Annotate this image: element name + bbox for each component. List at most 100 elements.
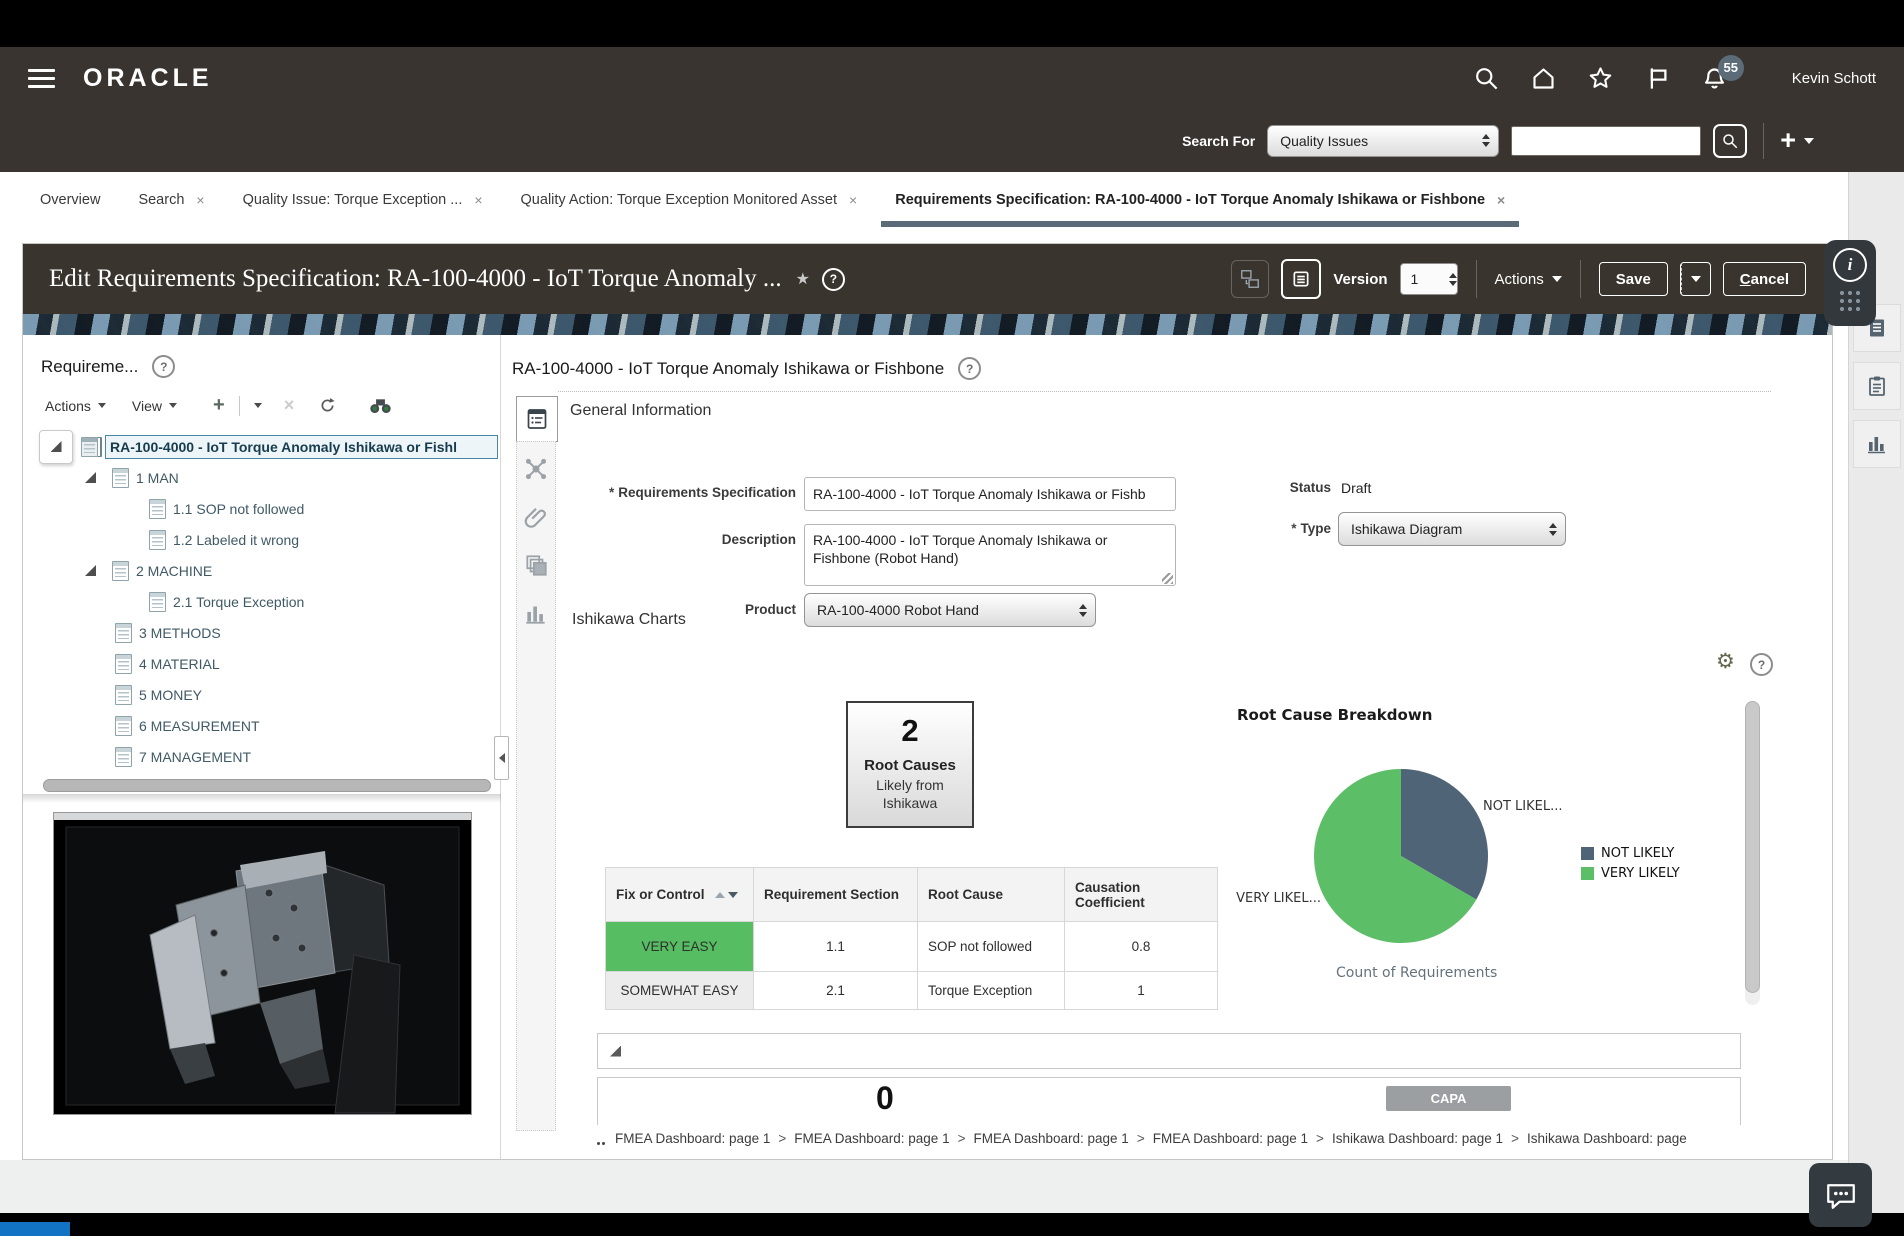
type-select[interactable]: Ishikawa Diagram xyxy=(1338,512,1566,546)
tree-item[interactable]: 1.2 Labeled it wrong xyxy=(23,524,500,555)
table-row[interactable]: VERY EASY 1.1 SOP not followed 0.8 xyxy=(606,922,1218,972)
quick-create-icon[interactable]: + xyxy=(1780,127,1796,154)
search-category-select[interactable]: Quality Issues xyxy=(1267,125,1499,157)
causation-coefficient-cell[interactable]: 1 xyxy=(1065,972,1218,1010)
close-icon[interactable]: × xyxy=(196,192,204,208)
card-body: Requireme... ? Actions View + × xyxy=(23,335,1832,1159)
panel-collapse-handle[interactable] xyxy=(494,736,509,780)
copy-layers-icon[interactable] xyxy=(523,552,549,578)
help-icon[interactable]: ? xyxy=(958,357,981,380)
root-cause-table: Fix or Control Requirement Section Root … xyxy=(605,867,1218,1010)
close-icon[interactable]: × xyxy=(1497,192,1505,208)
find-binoculars-icon[interactable] xyxy=(369,396,392,415)
legend-item[interactable]: NOT LIKELY xyxy=(1581,846,1680,861)
collapsed-section[interactable] xyxy=(597,1033,1741,1069)
gear-icon[interactable]: ⚙ xyxy=(1716,651,1735,672)
trail-link[interactable]: FMEA Dashboard: page 1 xyxy=(973,1131,1128,1146)
scrollbar-thumb[interactable] xyxy=(1745,701,1760,993)
chat-button[interactable] xyxy=(1809,1163,1872,1227)
tab-search[interactable]: Search× xyxy=(138,172,204,228)
search-icon[interactable] xyxy=(1473,65,1500,92)
delete-icon[interactable]: × xyxy=(284,395,295,416)
tree-item[interactable]: 6 MEASUREMENT xyxy=(23,710,500,741)
tree-item[interactable]: 3 METHODS xyxy=(23,617,500,648)
tree-item-root[interactable]: RA-100-4000 - IoT Torque Anomaly Ishikaw… xyxy=(23,431,500,462)
reports-panel-button[interactable] xyxy=(1853,420,1901,468)
tree-item[interactable]: 2.1 Torque Exception xyxy=(23,586,500,617)
doc-icon xyxy=(115,654,132,674)
quick-create-caret-icon[interactable] xyxy=(1804,138,1814,144)
trail-start-icon[interactable] xyxy=(597,1132,605,1145)
root-cause-cell[interactable]: SOP not followed xyxy=(918,922,1065,972)
tab-quality-action[interactable]: Quality Action: Torque Exception Monitor… xyxy=(521,172,858,228)
user-name[interactable]: Kevin Schott xyxy=(1792,70,1876,87)
tree-item[interactable]: 4 MATERIAL xyxy=(23,648,500,679)
tree-item[interactable]: 5 MONEY xyxy=(23,679,500,710)
add-icon[interactable]: + xyxy=(213,394,225,417)
causation-coefficient-cell[interactable]: 0.8 xyxy=(1065,922,1218,972)
close-icon[interactable]: × xyxy=(474,192,482,208)
expand-handle[interactable] xyxy=(39,430,73,464)
help-icon[interactable]: ? xyxy=(1750,653,1773,676)
notifications-bell[interactable]: 55 xyxy=(1701,65,1728,92)
fix-or-control-cell[interactable]: VERY EASY xyxy=(606,922,754,972)
close-icon[interactable]: × xyxy=(849,192,857,208)
root-cause-cell[interactable]: Torque Exception xyxy=(918,972,1065,1010)
resize-grip-icon[interactable] xyxy=(1162,573,1173,584)
tree-item-label: 2 MACHINE xyxy=(136,563,212,579)
notification-count-badge: 55 xyxy=(1718,55,1744,81)
capa-button[interactable]: CAPA xyxy=(1386,1086,1511,1111)
tree-actions-menu[interactable]: Actions xyxy=(45,398,106,414)
legend-item[interactable]: VERY LIKELY xyxy=(1581,866,1680,881)
tree-item[interactable]: 7 MANAGEMENT xyxy=(23,741,500,772)
attachments-paperclip-icon[interactable] xyxy=(523,504,549,530)
requirement-section-cell[interactable]: 1.1 xyxy=(754,922,918,972)
help-icon[interactable]: ? xyxy=(152,355,175,378)
column-header-root-cause[interactable]: Root Cause xyxy=(918,868,1065,922)
tab-requirements-specification[interactable]: Requirements Specification: RA-100-4000 … xyxy=(895,172,1505,228)
tab-overview[interactable]: Overview xyxy=(40,172,100,228)
tree-item[interactable]: 2 MACHINE xyxy=(23,555,500,586)
column-header-fix-or-control[interactable]: Fix or Control xyxy=(606,868,754,922)
table-row[interactable]: SOMEWHAT EASY 2.1 Torque Exception 1 xyxy=(606,972,1218,1010)
top-black-bar xyxy=(0,0,1904,47)
tree-item[interactable]: 1 MAN xyxy=(23,462,500,493)
trail-link[interactable]: Ishikawa Dashboard: page 1 xyxy=(1332,1131,1503,1146)
trail-link[interactable]: FMEA Dashboard: page 1 xyxy=(1153,1131,1308,1146)
home-icon[interactable] xyxy=(1530,65,1557,92)
grid-dots-icon[interactable] xyxy=(1840,291,1860,311)
refresh-icon[interactable] xyxy=(318,396,337,415)
bar-chart-icon[interactable] xyxy=(523,600,549,626)
product-select[interactable]: RA-100-4000 Robot Hand xyxy=(804,593,1096,627)
trail-link[interactable]: FMEA Dashboard: page 1 xyxy=(615,1131,770,1146)
fix-or-control-cell[interactable]: SOMEWHAT EASY xyxy=(606,972,754,1010)
description-textarea[interactable]: RA-100-4000 - IoT Torque Anomaly Ishikaw… xyxy=(804,524,1176,586)
tree-panel-title-row: Requireme... ? xyxy=(23,335,500,378)
flag-icon[interactable] xyxy=(1644,65,1671,92)
req-spec-input[interactable] xyxy=(804,477,1176,511)
sort-icons[interactable] xyxy=(715,892,738,898)
tasks-panel-button[interactable] xyxy=(1853,362,1901,410)
global-search-button[interactable] xyxy=(1713,124,1747,158)
hamburger-menu-icon[interactable] xyxy=(28,69,55,88)
scrollbar-thumb[interactable] xyxy=(43,779,491,792)
fishbone-diagram-icon[interactable] xyxy=(523,456,549,482)
global-search-input[interactable] xyxy=(1511,126,1701,156)
requirement-section-cell[interactable]: 2.1 xyxy=(754,972,918,1010)
select-arrows-icon xyxy=(1474,134,1490,147)
tree-horizontal-scrollbar[interactable] xyxy=(43,779,491,792)
trail-link[interactable]: FMEA Dashboard: page 1 xyxy=(794,1131,949,1146)
chart-vertical-scrollbar[interactable] xyxy=(1745,701,1760,1005)
trail-separator: > xyxy=(958,1131,966,1146)
bottom-blue-chip xyxy=(0,1222,70,1236)
root-cause-pie-chart[interactable] xyxy=(1313,768,1489,944)
favorites-star-icon[interactable] xyxy=(1587,65,1614,92)
add-menu-caret-icon[interactable] xyxy=(254,403,262,408)
tree-view-menu[interactable]: View xyxy=(132,398,177,414)
tab-quality-issue[interactable]: Quality Issue: Torque Exception ...× xyxy=(243,172,483,228)
info-icon[interactable]: i xyxy=(1833,248,1867,282)
tab-general-information[interactable] xyxy=(516,396,558,442)
column-header-requirement-section[interactable]: Requirement Section xyxy=(754,868,918,922)
tree-item[interactable]: 1.1 SOP not followed xyxy=(23,493,500,524)
trail-link[interactable]: Ishikawa Dashboard: page xyxy=(1527,1131,1687,1146)
